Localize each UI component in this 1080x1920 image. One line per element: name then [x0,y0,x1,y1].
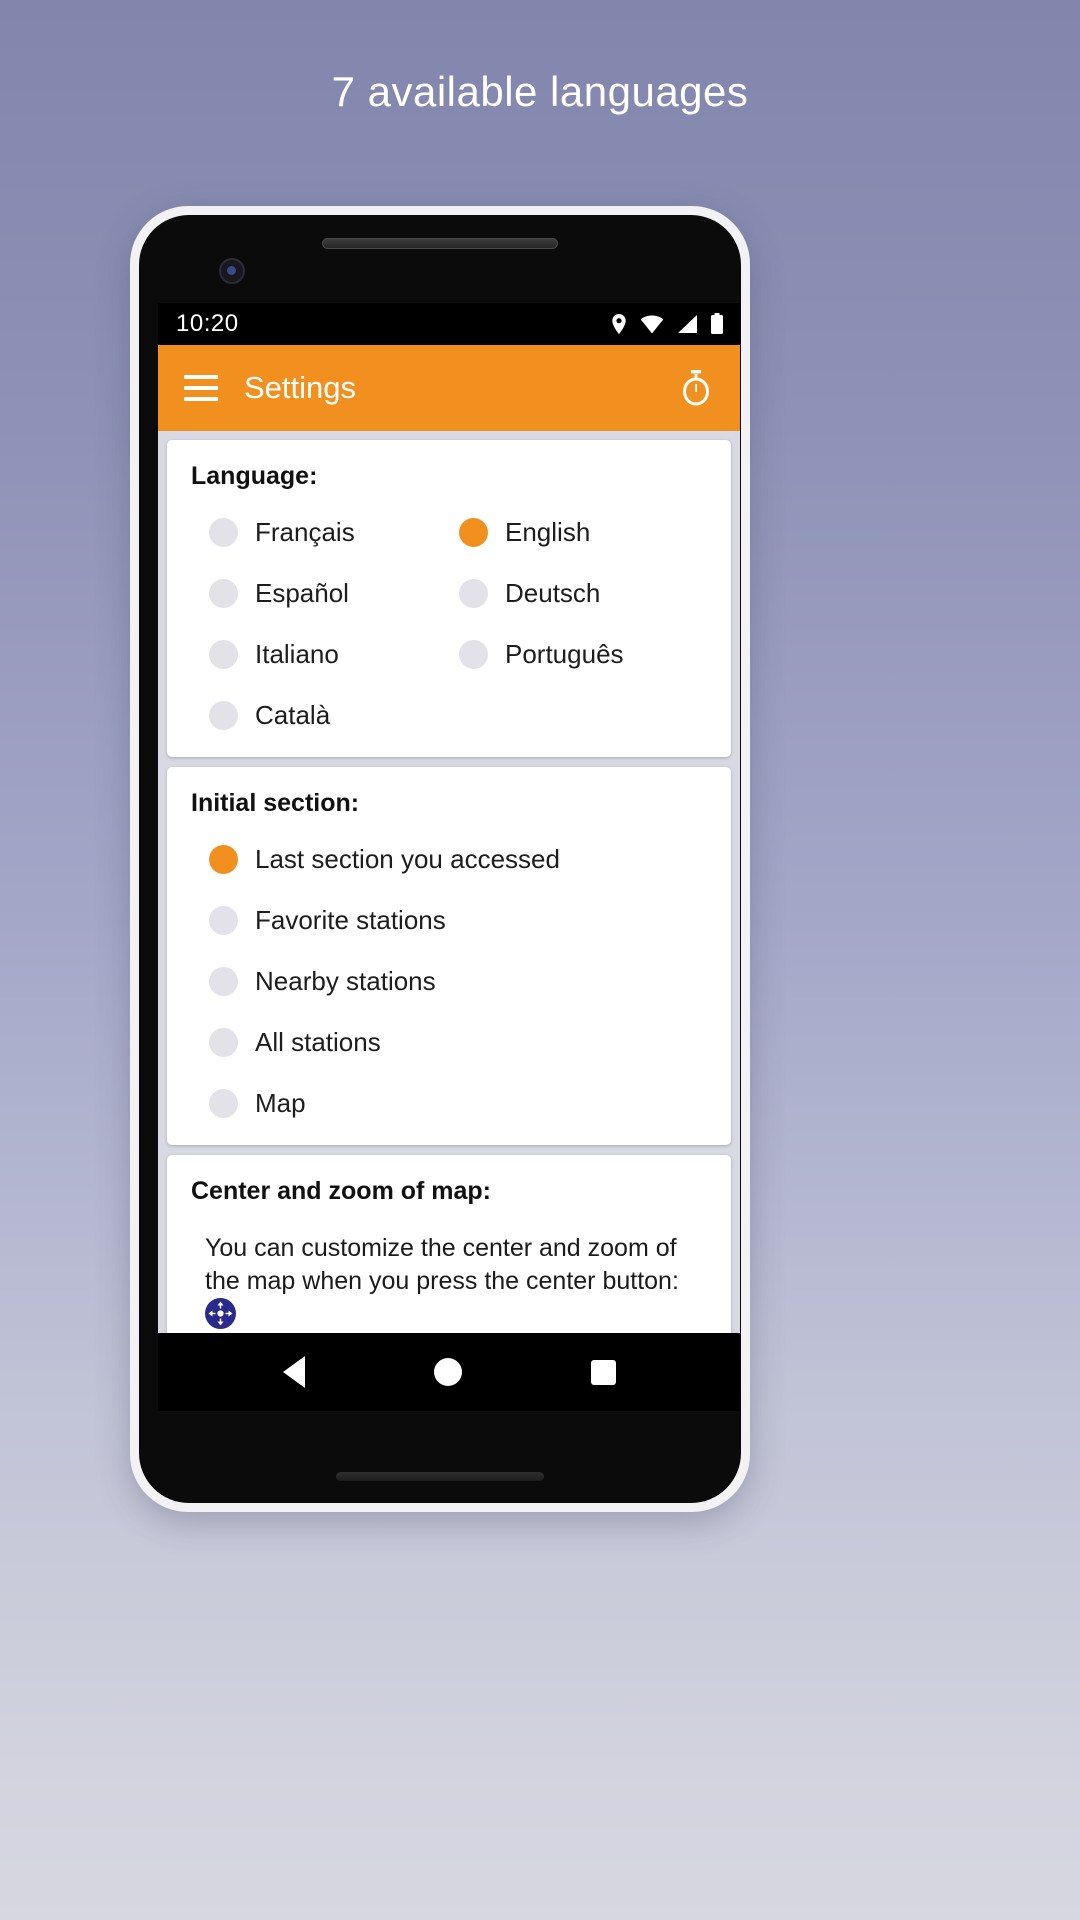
radio-label: Map [255,1088,306,1118]
radio-label: Português [505,639,624,669]
back-button[interactable] [282,1356,305,1388]
radio-option-deutsch[interactable]: Deutsch [459,578,709,609]
back-triangle-icon [282,1356,305,1388]
page-title: 7 available languages [331,68,749,115]
language-options: Français English Español Deutsch Italian… [191,517,709,735]
wifi-icon [640,314,664,334]
radio-option-italiano[interactable]: Italiano [209,639,459,670]
front-camera [219,258,245,284]
radio-dot[interactable] [459,579,488,608]
map-center-description: You can customize the center and zoom of… [205,1234,679,1295]
home-button[interactable] [433,1358,462,1386]
radio-label: Last section you accessed [255,844,560,874]
radio-dot[interactable] [459,518,488,547]
radio-dot[interactable] [209,845,238,874]
phone-device-frame: 10:20 Settings Language: Français Englis… [130,206,750,1512]
radio-dot[interactable] [459,640,488,669]
phone-bezel: 10:20 Settings Language: Français Englis… [139,215,741,1503]
radio-option-francais[interactable]: Français [209,517,459,548]
radio-label: Deutsch [505,578,601,608]
radio-option-map[interactable]: Map [209,1088,709,1119]
home-circle-icon [433,1358,462,1386]
card-title-map-center: Center and zoom of map: [191,1177,492,1205]
hamburger-menu-icon[interactable] [184,375,218,401]
radio-dot[interactable] [209,1089,238,1118]
recents-button[interactable] [590,1359,616,1385]
radio-dot[interactable] [209,906,238,935]
card-map-center: Center and zoom of map: You can customiz… [167,1155,731,1333]
card-language: Language: Français English Español Deuts… [167,440,731,757]
initial-section-options: Last section you accessed Favorite stati… [191,844,709,1123]
app-bar-title: Settings [244,370,357,405]
radio-dot[interactable] [209,640,238,669]
radio-option-last-section[interactable]: Last section you accessed [209,844,709,875]
radio-option-english[interactable]: English [459,517,709,548]
radio-label: Français [255,517,355,547]
recents-square-icon [590,1359,616,1385]
radio-dot[interactable] [209,967,238,996]
radio-label: All stations [255,1027,381,1057]
phone-screen: 10:20 Settings Language: Français Englis… [158,303,740,1411]
status-bar-icons [610,313,724,335]
status-bar: 10:20 [158,303,740,345]
radio-label: Italiano [255,639,339,669]
radio-dot[interactable] [209,1028,238,1057]
card-initial-section: Initial section: Last section you access… [167,767,731,1145]
earpiece-speaker [322,238,558,249]
signal-icon [676,314,698,334]
status-bar-clock: 10:20 [176,310,239,337]
radio-option-catala[interactable]: Català [209,700,459,731]
location-icon [610,313,628,335]
radio-label: Favorite stations [255,905,446,935]
card-title-initial-section: Initial section: [191,789,360,817]
radio-label: Nearby stations [255,966,436,996]
radio-option-all-stations[interactable]: All stations [209,1027,709,1058]
map-center-description-wrapper: You can customize the center and zoom of… [191,1232,709,1331]
center-map-icon [205,1298,236,1329]
radio-option-favorite-stations[interactable]: Favorite stations [209,905,709,936]
radio-label: Català [255,700,331,730]
radio-label: English [505,517,591,547]
radio-option-nearby-stations[interactable]: Nearby stations [209,966,709,997]
radio-label: Español [255,578,349,608]
radio-dot[interactable] [209,518,238,547]
stopwatch-icon[interactable] [676,368,716,408]
radio-option-espanol[interactable]: Español [209,578,459,609]
settings-content[interactable]: Language: Français English Español Deuts… [158,431,740,1333]
app-bar: Settings [158,345,740,431]
radio-option-portugues[interactable]: Português [459,639,709,670]
radio-dot[interactable] [209,701,238,730]
battery-icon [710,313,724,335]
radio-dot[interactable] [209,579,238,608]
bottom-speaker [336,1472,544,1481]
card-title-language: Language: [191,462,318,490]
android-nav-bar [158,1333,740,1411]
